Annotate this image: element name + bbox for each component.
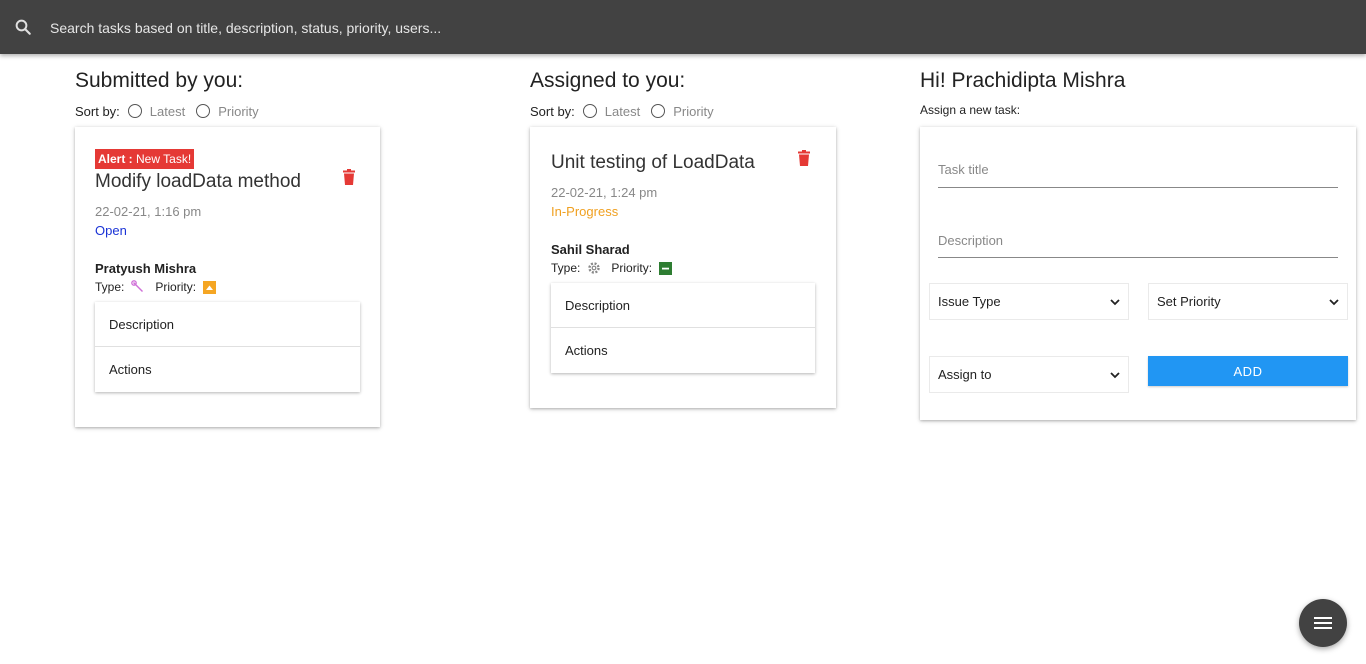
greeting: Hi! Prachidipta Mishra xyxy=(920,69,1126,92)
search-input[interactable] xyxy=(50,12,1340,44)
assigned-sort-bar: Sort by: Latest Priority xyxy=(530,102,725,120)
type-label: Type: xyxy=(95,280,125,294)
accordion-actions[interactable]: Actions xyxy=(551,328,815,373)
task-date: 22-02-21, 1:24 pm xyxy=(551,185,658,200)
sort-label: Sort by: xyxy=(530,103,575,119)
sort-priority-radio[interactable] xyxy=(196,104,211,118)
alert-text: New Task! xyxy=(136,152,192,166)
task-meta: Type: Priority: xyxy=(95,280,217,294)
priority-value: Set Priority xyxy=(1157,294,1221,309)
task-status: In-Progress xyxy=(551,204,619,219)
search-icon[interactable] xyxy=(14,18,32,36)
sort-latest-label[interactable]: Latest xyxy=(605,104,640,119)
task-user: Pratyush Mishra xyxy=(95,261,197,276)
issue-type-value: Issue Type xyxy=(938,294,1001,309)
accordion-actions[interactable]: Actions xyxy=(95,347,360,392)
assign-to-select[interactable]: Assign to xyxy=(929,356,1129,393)
alert-prefix: Alert : xyxy=(98,152,137,166)
accordion-description[interactable]: Description xyxy=(95,302,360,347)
chevron-down-icon xyxy=(1329,298,1339,305)
sort-priority-label[interactable]: Priority xyxy=(218,104,258,119)
description-input[interactable] xyxy=(938,233,1338,258)
accordion-description[interactable]: Description xyxy=(551,283,815,328)
assign-new-task-label: Assign a new task: xyxy=(920,103,1021,117)
priority-high-icon xyxy=(203,280,217,294)
task-accordion: Description Actions xyxy=(551,283,815,373)
priority-label: Priority: xyxy=(155,280,197,294)
chevron-down-icon xyxy=(1110,371,1120,378)
trash-icon[interactable] xyxy=(343,169,355,185)
new-task-form-card: Issue Type Set Priority Assign to ADD xyxy=(920,127,1356,420)
priority-label: Priority: xyxy=(611,261,653,275)
type-label: Type: xyxy=(551,261,581,275)
top-search-bar xyxy=(0,0,1366,54)
priority-select[interactable]: Set Priority xyxy=(1148,283,1348,320)
submitted-sort-bar: Sort by: Latest Priority xyxy=(75,102,270,120)
assigned-heading: Assigned to you: xyxy=(530,69,686,92)
sort-latest-radio[interactable] xyxy=(127,104,142,118)
task-accordion: Description Actions xyxy=(95,302,360,392)
task-meta: Type: Priority: xyxy=(551,261,673,275)
menu-icon xyxy=(1314,617,1332,629)
issue-type-select[interactable]: Issue Type xyxy=(929,283,1129,320)
new-task-alert-badge: Alert : New Task! xyxy=(95,149,195,169)
task-user: Sahil Sharad xyxy=(551,242,630,257)
assigned-task-card: Unit testing of LoadData 22-02-21, 1:24 … xyxy=(530,127,836,408)
assign-to-value: Assign to xyxy=(938,367,992,382)
sort-latest-label[interactable]: Latest xyxy=(150,104,185,119)
sort-priority-label[interactable]: Priority xyxy=(673,104,713,119)
sort-priority-radio[interactable] xyxy=(651,104,666,118)
submitted-heading: Submitted by you: xyxy=(75,69,244,92)
task-title: Unit testing of LoadData xyxy=(551,152,755,173)
task-date: 22-02-21, 1:16 pm xyxy=(95,204,202,219)
wrench-icon xyxy=(131,280,144,292)
priority-medium-icon xyxy=(659,261,673,275)
task-title: Modify loadData method xyxy=(95,171,301,192)
add-task-button[interactable]: ADD xyxy=(1148,356,1348,386)
task-status: Open xyxy=(95,223,127,238)
sort-latest-radio[interactable] xyxy=(582,104,597,118)
menu-fab-button[interactable] xyxy=(1299,599,1347,647)
gear-icon xyxy=(588,262,601,274)
submitted-task-card: Alert : New Task! Modify loadData method… xyxy=(75,127,380,427)
task-title-input[interactable] xyxy=(938,161,1338,188)
chevron-down-icon xyxy=(1110,298,1120,305)
trash-icon[interactable] xyxy=(798,150,810,166)
sort-label: Sort by: xyxy=(75,103,120,119)
